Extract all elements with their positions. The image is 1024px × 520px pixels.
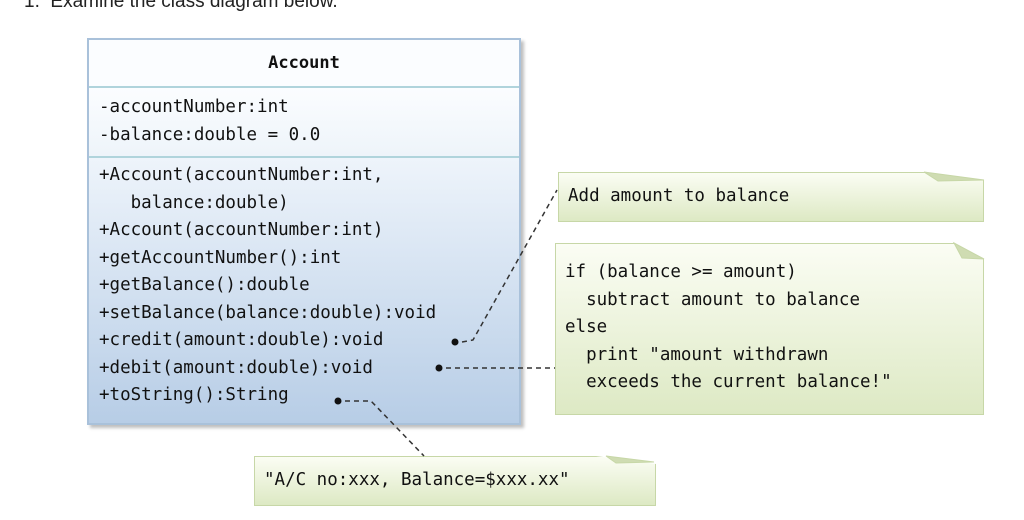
credit-connector-line xyxy=(461,189,558,343)
connectors xyxy=(334,171,985,464)
note-tostring-fold xyxy=(605,455,655,464)
credit-anchor-dot xyxy=(451,338,459,346)
note-credit-fold xyxy=(923,171,985,182)
tostring-anchor-dot xyxy=(334,397,342,405)
tostring-connector-line xyxy=(345,400,425,457)
note-debit-fold xyxy=(952,241,985,260)
debit-anchor-dot xyxy=(435,364,443,372)
